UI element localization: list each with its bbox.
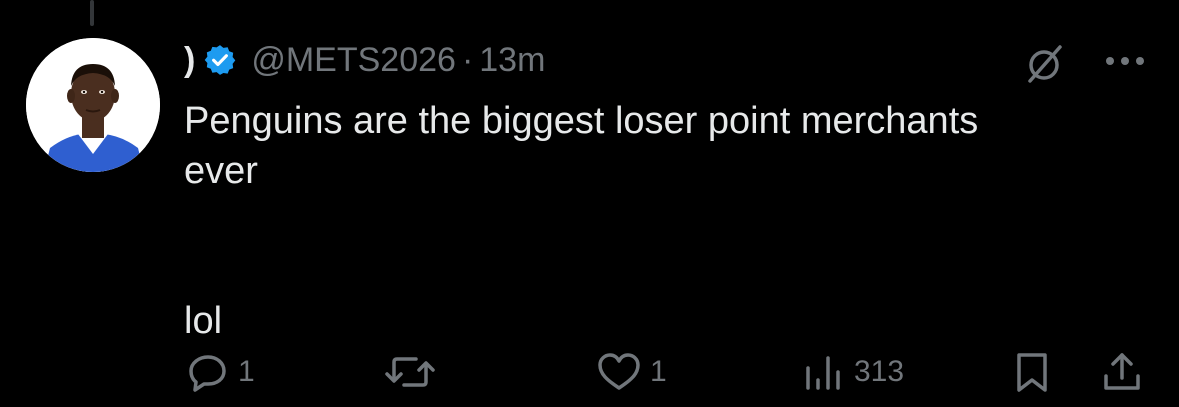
separator-dot: · [461, 40, 474, 79]
tweet-text-line-3: lol [184, 300, 223, 342]
reply-icon [189, 355, 226, 392]
tweet-text-line-1: Penguins are the biggest loser point mer… [184, 100, 979, 142]
reply-button[interactable]: 1 [186, 344, 255, 400]
action-bar: 1 1 313 [184, 344, 1154, 400]
share-button[interactable] [1100, 344, 1144, 400]
share-icon [1104, 353, 1140, 390]
views-icon [806, 356, 840, 390]
retweet-button[interactable] [384, 344, 444, 400]
tweet-timestamp[interactable]: 13m [479, 41, 545, 80]
like-count: 1 [650, 355, 667, 388]
bookmark-icon [1017, 353, 1047, 392]
thread-connector-line [90, 0, 94, 26]
retweet-icon [385, 357, 435, 387]
user-handle[interactable]: @METS2026 [251, 41, 456, 80]
paragraph-break [184, 196, 1144, 296]
bookmark-button[interactable] [1010, 344, 1054, 400]
verified-badge-icon [203, 43, 237, 77]
grok-icon[interactable] [1022, 42, 1066, 86]
tweet-text-line-2: ever [184, 150, 258, 192]
reply-count: 1 [238, 355, 255, 388]
views-button[interactable]: 313 [802, 344, 904, 400]
views-count: 313 [854, 355, 905, 388]
avatar-image [26, 38, 160, 172]
avatar[interactable] [26, 38, 160, 172]
like-button[interactable]: 1 [596, 344, 667, 400]
tweet-text: Penguins are the biggest loser point mer… [184, 96, 1144, 346]
more-icon[interactable] [1100, 46, 1150, 76]
heart-icon [598, 353, 640, 390]
tweet-header: ) @METS2026 · 13m [184, 36, 545, 84]
display-name[interactable]: ) [184, 41, 195, 80]
